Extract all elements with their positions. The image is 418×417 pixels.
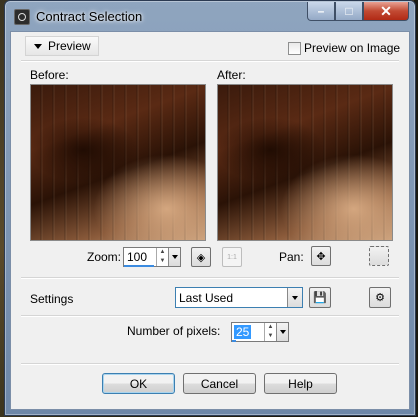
zoom-dropdown[interactable] [168, 248, 180, 266]
divider [21, 363, 399, 365]
preview-on-image-checkbox[interactable]: Preview on Image [288, 41, 400, 55]
checkbox-box[interactable] [288, 41, 301, 55]
pan-label: Pan: [279, 250, 304, 264]
ok-button[interactable]: OK [102, 373, 175, 394]
zoom-label: Zoom: [87, 250, 122, 264]
pan-button[interactable]: ✥ [311, 246, 331, 266]
close-button[interactable]: ✕ [363, 2, 409, 21]
cancel-button[interactable]: Cancel [183, 373, 256, 394]
divider [21, 315, 399, 317]
after-preview[interactable] [217, 84, 393, 241]
pixels-level-bar [232, 340, 236, 342]
move-icon: ✥ [316, 250, 326, 263]
actual-size-button[interactable]: 1:1 [222, 247, 242, 267]
zoom-level-bar [124, 265, 154, 267]
chevron-down-icon [292, 295, 298, 300]
chevron-down-icon [171, 255, 178, 259]
settings-select[interactable]: Last Used [175, 287, 303, 308]
settings-selected: Last Used [179, 290, 234, 305]
pixels-dropdown[interactable] [276, 323, 288, 341]
dialog-client: Preview Preview on Image Before: After: … [10, 31, 410, 410]
save-icon: 💾 [313, 292, 327, 304]
settings-label: Settings [30, 292, 74, 306]
window-title: Contract Selection [36, 9, 143, 24]
actual-size-label: 1:1 [227, 253, 237, 261]
caption-buttons: – □ ✕ [307, 2, 409, 22]
divider [21, 277, 399, 279]
minimize-button[interactable]: – [307, 2, 335, 21]
pixels-stepper[interactable]: ▲ ▼ [264, 323, 276, 341]
save-preset-button[interactable]: 💾 [309, 287, 331, 308]
camera-icon [14, 9, 30, 25]
navigate-button[interactable] [369, 246, 389, 266]
zoom-stepper[interactable]: ▲ ▼ [156, 248, 168, 266]
pixels-value: 25 [234, 325, 252, 339]
fit-button[interactable]: ◈ [191, 247, 211, 267]
title-bar[interactable]: Contract Selection – □ ✕ [5, 1, 415, 31]
chevron-down-icon [34, 43, 42, 49]
zoom-value: 100 [127, 250, 148, 264]
maximize-button[interactable]: □ [335, 2, 363, 21]
before-preview[interactable] [30, 84, 206, 241]
preview-on-image-label: Preview on Image [304, 41, 401, 55]
preview-toggle-label: Preview [48, 39, 91, 53]
fit-icon: ◈ [196, 251, 206, 264]
pixels-input[interactable]: 25 ▲ ▼ [231, 322, 289, 342]
pixels-label: Number of pixels: [127, 324, 221, 338]
dialog-window: Contract Selection – □ ✕ Preview Preview… [4, 0, 416, 416]
divider [21, 60, 399, 62]
after-label: After: [217, 68, 246, 82]
preview-toggle[interactable]: Preview [25, 36, 99, 56]
chevron-down-icon [279, 330, 286, 334]
manage-presets-button[interactable]: ⚙ [369, 287, 391, 308]
manage-presets-icon: ⚙ [375, 292, 385, 304]
help-button[interactable]: Help [264, 373, 337, 394]
settings-dropdown[interactable] [287, 288, 302, 307]
before-label: Before: [30, 68, 69, 82]
zoom-input[interactable]: 100 ▲ ▼ [123, 247, 181, 267]
